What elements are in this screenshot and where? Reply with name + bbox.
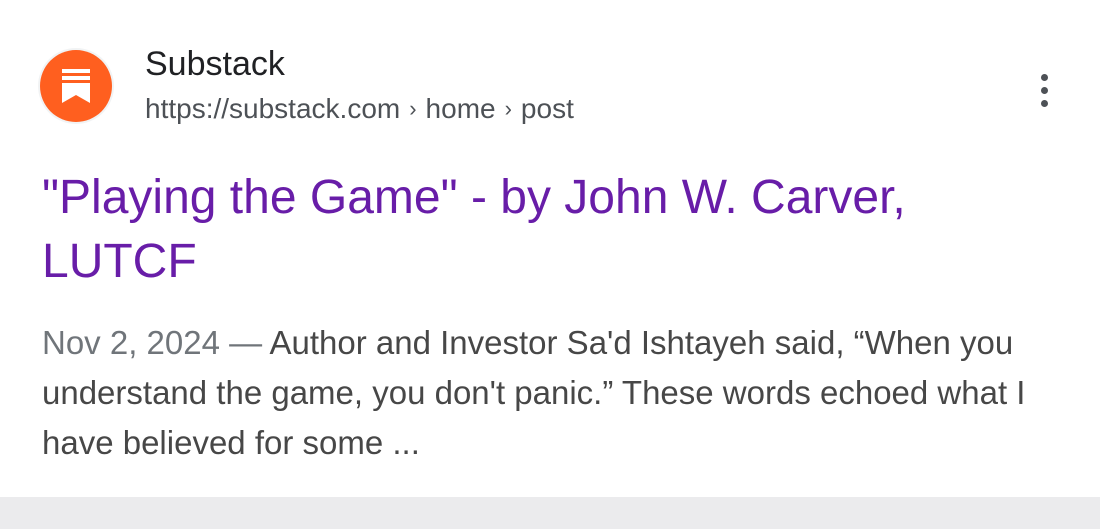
breadcrumb-home: home — [425, 93, 496, 124]
result-date: Nov 2, 2024 — [42, 324, 220, 361]
favicon-container[interactable] — [38, 48, 114, 124]
more-vert-icon[interactable] — [1024, 68, 1064, 112]
result-title-link[interactable]: "Playing the Game" - by John W. Carver, … — [42, 166, 1062, 294]
date-separator: — — [219, 324, 270, 361]
menu-dot — [1040, 86, 1048, 94]
result-divider — [0, 497, 1100, 529]
menu-dot — [1040, 99, 1048, 107]
substack-logo-icon — [40, 50, 112, 122]
result-snippet: Nov 2, 2024 — Author and Investor Sa'd I… — [42, 318, 1062, 468]
search-result: Substack https://substack.com › home › post … — [0, 0, 1100, 497]
menu-dot — [1040, 73, 1048, 81]
breadcrumb-separator-icon: › — [504, 96, 512, 121]
breadcrumb-post: post — [520, 93, 574, 124]
site-name[interactable]: Substack — [145, 44, 285, 84]
site-domain: https://substack.com — [145, 93, 401, 124]
breadcrumb-separator-icon: › — [409, 96, 417, 121]
site-url-breadcrumb[interactable]: https://substack.com › home › post — [145, 92, 574, 128]
